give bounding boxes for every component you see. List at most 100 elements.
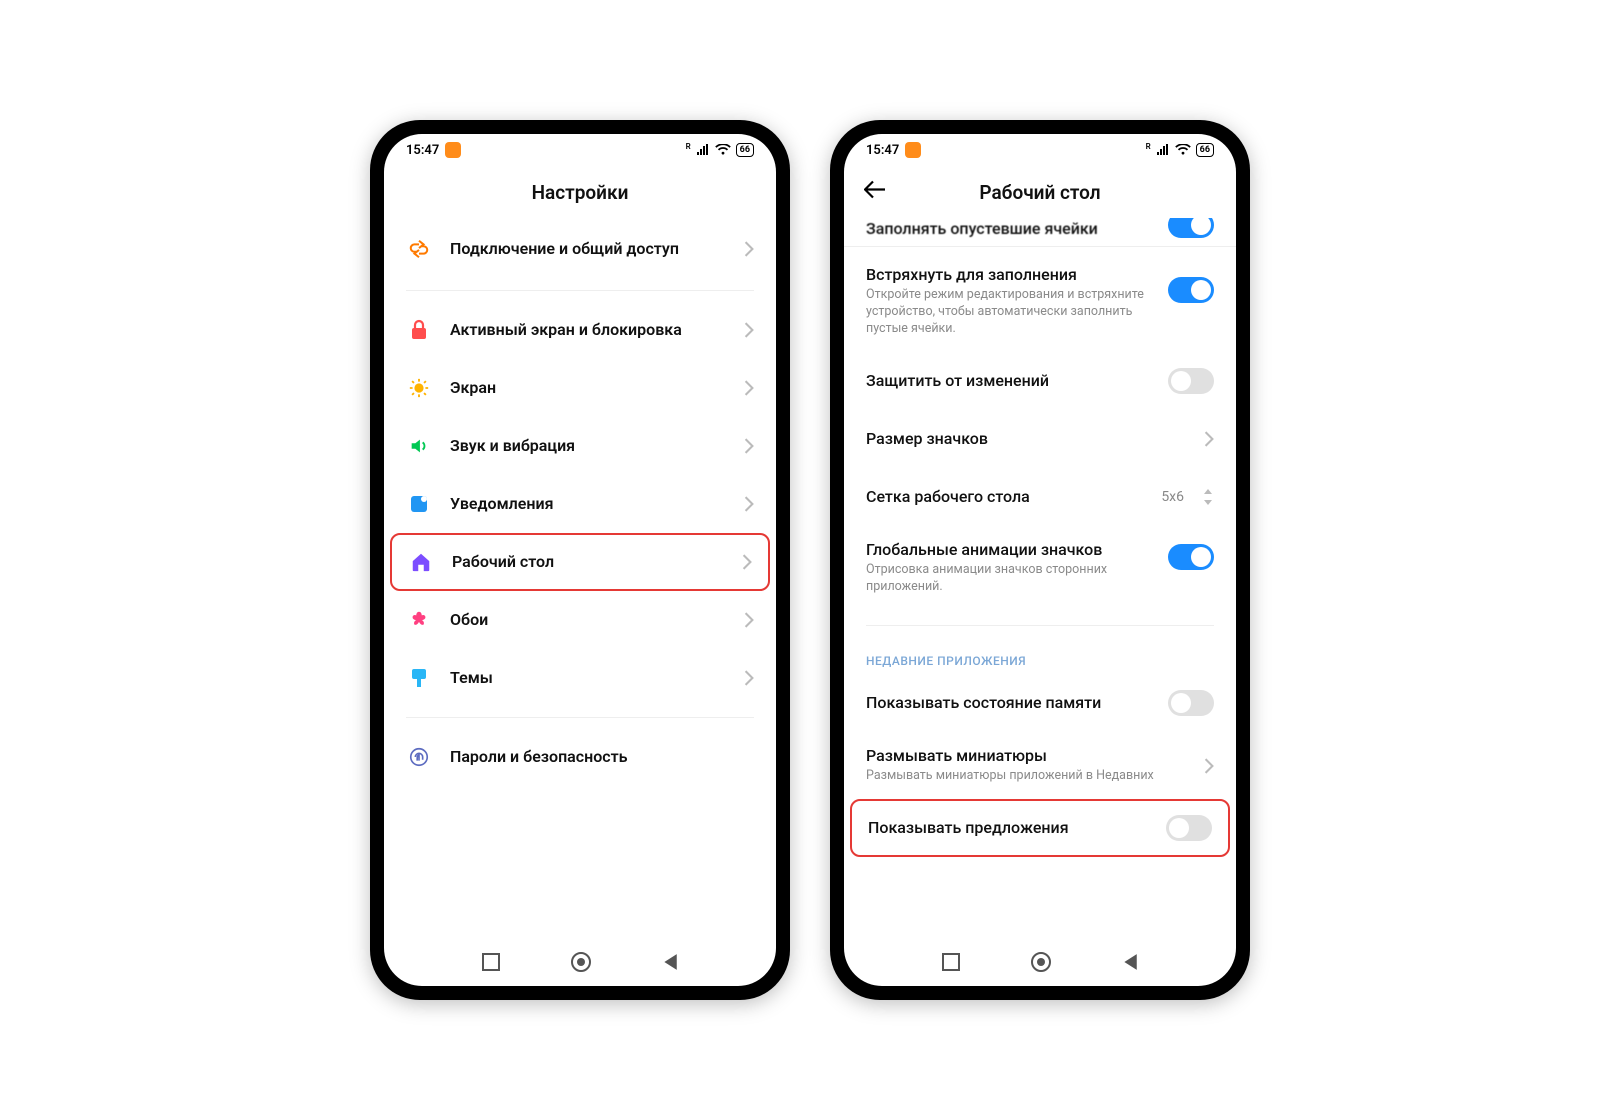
grid-value: 5x6 — [1161, 489, 1184, 505]
divider — [406, 717, 754, 718]
chevron-right-icon — [744, 241, 754, 257]
row-grid[interactable]: Сетка рабочего стола 5x6 — [844, 468, 1236, 526]
status-app-icon — [445, 142, 461, 158]
row-label: Экран — [450, 378, 726, 398]
row-label: Встряхнуть для заполнения — [866, 265, 1150, 285]
battery-icon: 66 — [1196, 143, 1214, 157]
chevron-right-icon — [1204, 758, 1214, 774]
page-title: Настройки — [532, 181, 629, 204]
status-app-icon — [905, 142, 921, 158]
row-label: Уведомления — [450, 494, 726, 514]
back-button[interactable] — [864, 181, 886, 204]
row-protect-changes[interactable]: Защитить от изменений — [844, 352, 1236, 410]
nav-recent-icon[interactable] — [482, 953, 500, 971]
row-memory-status[interactable]: Показывать состояние памяти — [844, 674, 1236, 732]
row-label: Заполнять опустевшие ячейки — [866, 219, 1098, 238]
screen-right: 15:47 R 66 Рабочий стол Заполнять опусте… — [844, 134, 1236, 986]
battery-icon: 66 — [736, 143, 754, 157]
toggle-memory[interactable] — [1168, 690, 1214, 716]
row-label: Глобальные анимации значков — [866, 540, 1150, 560]
divider — [866, 625, 1214, 626]
row-sound[interactable]: Звук и вибрация — [384, 417, 776, 475]
chevron-right-icon — [1204, 431, 1214, 447]
chevron-right-icon — [744, 612, 754, 628]
wifi-icon — [715, 144, 731, 156]
nav-back-icon[interactable] — [1122, 953, 1138, 971]
signal-icon — [696, 144, 710, 156]
row-fill-empty-cells[interactable]: Заполнять опустевшие ячейки — [844, 218, 1236, 247]
chevron-right-icon — [744, 670, 754, 686]
fingerprint-icon — [406, 746, 432, 768]
page-title: Рабочий стол — [979, 181, 1100, 204]
nav-bar — [844, 938, 1236, 986]
chevron-right-icon — [744, 380, 754, 396]
settings-list[interactable]: Подключение и общий доступ Активный экра… — [384, 218, 776, 938]
nav-recent-icon[interactable] — [942, 953, 960, 971]
toggle-shake[interactable] — [1168, 277, 1214, 303]
row-label: Защитить от изменений — [866, 371, 1150, 391]
screen-left: 15:47 R 66 Настройки Подключение и общий… — [384, 134, 776, 986]
chevron-right-icon — [744, 496, 754, 512]
row-label: Пароли и безопасность — [450, 747, 754, 767]
notifications-icon — [406, 494, 432, 514]
row-label: Активный экран и блокировка — [450, 320, 726, 340]
home-icon — [408, 551, 434, 573]
sun-icon — [406, 377, 432, 399]
row-wallpaper[interactable]: Обои — [384, 591, 776, 649]
row-label: Показывать предложения — [868, 818, 1148, 838]
nav-bar — [384, 938, 776, 986]
row-label: Рабочий стол — [452, 552, 724, 572]
home-settings-list[interactable]: Заполнять опустевшие ячейки Встряхнуть д… — [844, 218, 1236, 938]
nav-back-icon[interactable] — [662, 953, 678, 971]
row-label: Размер значков — [866, 429, 1186, 449]
paint-icon — [406, 667, 432, 689]
row-icon-size[interactable]: Размер значков — [844, 410, 1236, 468]
toggle-suggestions[interactable] — [1166, 815, 1212, 841]
flower-icon — [406, 609, 432, 631]
signal-icon: R — [1146, 142, 1151, 151]
row-lockscreen[interactable]: Активный экран и блокировка — [384, 301, 776, 359]
row-description: Откройте режим редактирования и встряхни… — [866, 287, 1150, 338]
section-recent-apps: НЕДАВНИЕ ПРИЛОЖЕНИЯ — [844, 636, 1236, 674]
row-shake-to-fill[interactable]: Встряхнуть для заполнения Откройте режим… — [844, 247, 1236, 352]
toggle-fill-cells[interactable] — [1168, 218, 1214, 238]
signal-icon — [1156, 144, 1170, 156]
status-bar: 15:47 R 66 — [844, 134, 1236, 166]
nav-home-icon[interactable] — [570, 951, 592, 973]
chevron-right-icon — [742, 554, 752, 570]
status-time: 15:47 — [866, 143, 899, 158]
row-passwords-security[interactable]: Пароли и безопасность — [384, 728, 776, 786]
row-label: Темы — [450, 668, 726, 688]
row-label: Подключение и общий доступ — [450, 239, 726, 259]
toggle-global-anim[interactable] — [1168, 544, 1214, 570]
row-label: Показывать состояние памяти — [866, 693, 1150, 713]
signal-icon: R — [686, 142, 691, 151]
row-display[interactable]: Экран — [384, 359, 776, 417]
up-down-icon — [1202, 488, 1214, 506]
divider — [406, 290, 754, 291]
row-connection-sharing[interactable]: Подключение и общий доступ — [384, 218, 776, 280]
row-label: Обои — [450, 610, 726, 630]
row-label: Звук и вибрация — [450, 436, 726, 456]
status-time: 15:47 — [406, 143, 439, 158]
row-blur-thumbnails[interactable]: Размывать миниатюры Размывать миниатюры … — [844, 732, 1236, 799]
share-icon — [406, 238, 432, 260]
row-description: Размывать миниатюры приложений в Недавни… — [866, 768, 1186, 785]
chevron-right-icon — [744, 322, 754, 338]
header: Рабочий стол — [844, 166, 1236, 218]
row-home-screen[interactable]: Рабочий стол — [390, 533, 770, 591]
phone-right: 15:47 R 66 Рабочий стол Заполнять опусте… — [830, 120, 1250, 1000]
header: Настройки — [384, 166, 776, 218]
phone-left: 15:47 R 66 Настройки Подключение и общий… — [370, 120, 790, 1000]
row-description: Отрисовка анимации значков сторонних при… — [866, 562, 1150, 596]
row-label: Сетка рабочего стола — [866, 487, 1143, 507]
row-global-animations[interactable]: Глобальные анимации значков Отрисовка ан… — [844, 526, 1236, 610]
nav-home-icon[interactable] — [1030, 951, 1052, 973]
row-show-suggestions[interactable]: Показывать предложения — [850, 799, 1230, 857]
row-themes[interactable]: Темы — [384, 649, 776, 707]
lock-icon — [406, 319, 432, 341]
row-notifications[interactable]: Уведомления — [384, 475, 776, 533]
toggle-protect[interactable] — [1168, 368, 1214, 394]
wifi-icon — [1175, 144, 1191, 156]
chevron-right-icon — [744, 438, 754, 454]
